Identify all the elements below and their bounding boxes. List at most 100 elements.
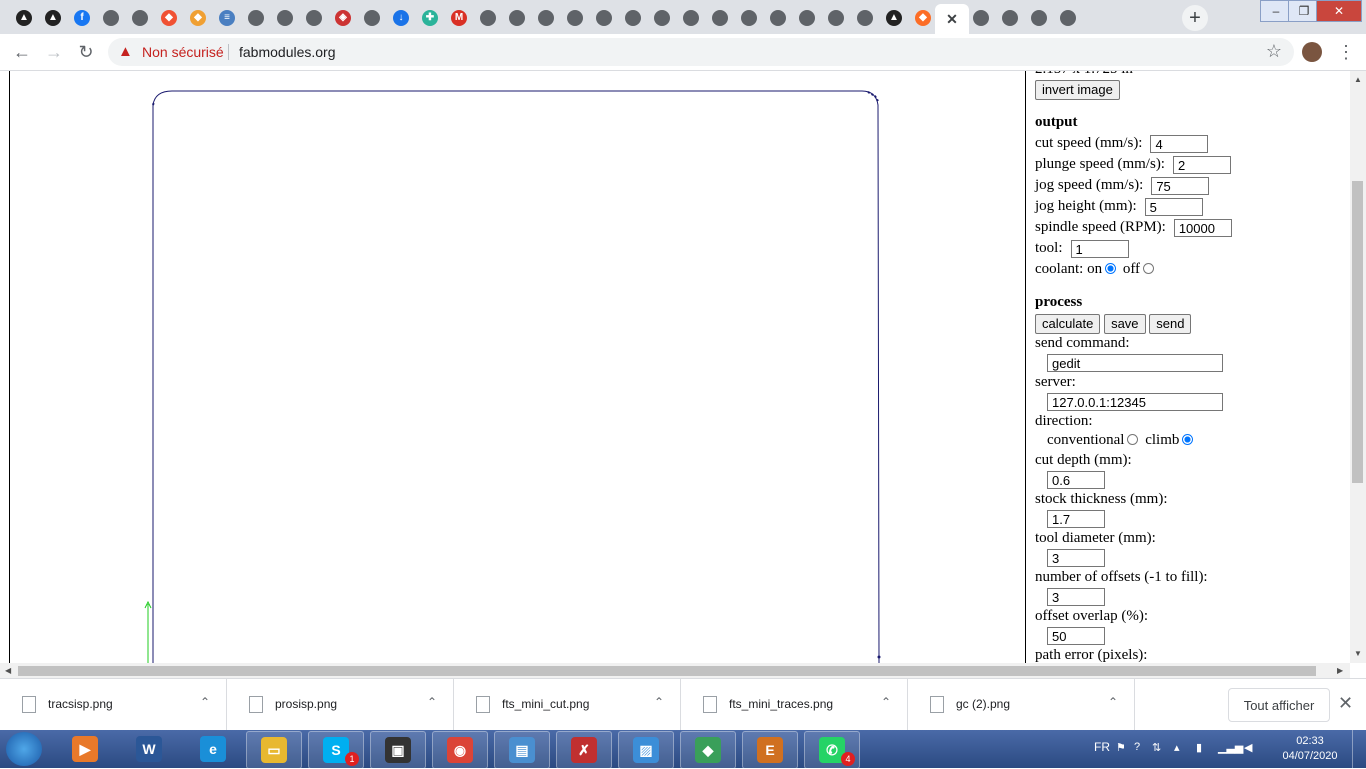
browser-tab[interactable]: ▲	[12, 6, 36, 30]
cut-depth-input[interactable]: 0.6	[1047, 470, 1105, 489]
tool-diameter-input[interactable]: 3	[1047, 548, 1105, 567]
browser-tab[interactable]	[360, 6, 384, 30]
scroll-left-arrow-icon[interactable]: ◀	[5, 666, 11, 675]
flag-icon[interactable]: ⚑	[1116, 741, 1130, 755]
browser-tab[interactable]	[679, 6, 703, 30]
browser-tab[interactable]: ◈	[331, 6, 355, 30]
chevron-up-icon[interactable]: ⌃	[654, 695, 664, 709]
scroll-up-arrow-icon[interactable]: ▲	[1354, 75, 1362, 84]
taskbar-app[interactable]: ✗	[556, 731, 612, 769]
coolant-on-radio[interactable]	[1105, 263, 1117, 275]
browser-tab[interactable]: ≡	[215, 6, 239, 30]
address-bar[interactable]: ▲ Non sécurisé fabmodules.org ☆	[108, 38, 1294, 66]
browser-tab[interactable]	[244, 6, 268, 30]
horizontal-scroll-thumb[interactable]	[18, 666, 1316, 676]
browser-tab[interactable]	[708, 6, 732, 30]
download-item[interactable]: fts_mini_traces.png ⌃	[681, 679, 908, 731]
horizontal-scrollbar[interactable]: ◀ ▶	[0, 663, 1350, 678]
stock-thickness-input[interactable]: 1.7	[1047, 509, 1105, 528]
taskbar-app[interactable]: S1	[308, 731, 364, 769]
browser-tab[interactable]	[476, 6, 500, 30]
language-indicator[interactable]: FR	[1094, 740, 1110, 754]
send-button[interactable]: send	[1149, 313, 1192, 334]
calculate-button[interactable]: calculate	[1035, 313, 1101, 334]
new-tab-button[interactable]: +	[1182, 5, 1208, 31]
browser-tab[interactable]	[969, 6, 993, 30]
server-input[interactable]: 127.0.0.1:12345	[1047, 392, 1223, 411]
browser-tab[interactable]: ◆	[157, 6, 181, 30]
taskbar-app[interactable]: ▤	[494, 731, 550, 769]
scroll-down-arrow-icon[interactable]: ▼	[1354, 649, 1362, 658]
browser-tab[interactable]: ▲	[41, 6, 65, 30]
chevron-up-icon[interactable]: ⌃	[881, 695, 891, 709]
toolpath-canvas[interactable]	[10, 71, 1026, 664]
browser-tab[interactable]	[853, 6, 877, 30]
network-icon[interactable]: ⇅	[1152, 741, 1166, 755]
bookmark-star-icon[interactable]: ☆	[1266, 41, 1282, 62]
cut-speed-input[interactable]: 4	[1150, 134, 1209, 153]
plunge-speed-input[interactable]: 2	[1172, 155, 1231, 174]
chevron-up-icon[interactable]: ⌃	[1108, 695, 1118, 709]
browser-tab[interactable]: f	[70, 6, 94, 30]
browser-tab[interactable]: ◆	[911, 6, 935, 30]
browser-tab[interactable]	[766, 6, 790, 30]
show-hidden-icons-icon[interactable]: ▴	[1174, 741, 1188, 755]
url-text[interactable]: fabmodules.org	[239, 44, 336, 60]
power-icon[interactable]: ▮	[1196, 741, 1210, 755]
show-all-downloads-button[interactable]: Tout afficher	[1228, 688, 1330, 722]
browser-tab[interactable]: ✚	[418, 6, 442, 30]
download-item[interactable]: gc (2).png ⌃	[908, 679, 1135, 731]
kebab-menu-icon[interactable]: ⋮	[1336, 40, 1356, 64]
close-downloads-icon[interactable]: ✕	[1338, 693, 1353, 714]
spindle-speed-input[interactable]: 10000	[1173, 218, 1232, 237]
volume-icon[interactable]: ◀	[1244, 741, 1258, 755]
forward-icon[interactable]: →	[42, 40, 66, 64]
conventional-radio[interactable]	[1127, 434, 1139, 446]
browser-tab[interactable]	[592, 6, 616, 30]
pinned-app[interactable]: W	[134, 734, 164, 764]
browser-tab[interactable]: ◆	[186, 6, 210, 30]
browser-tab[interactable]	[534, 6, 558, 30]
download-item[interactable]: fts_mini_cut.png ⌃	[454, 679, 681, 731]
taskbar-app[interactable]: E	[742, 731, 798, 769]
browser-tab[interactable]: ↓	[389, 6, 413, 30]
pinned-app[interactable]: ▶	[70, 734, 100, 764]
jog-speed-input[interactable]: 75	[1151, 176, 1210, 195]
browser-tab[interactable]: M	[447, 6, 471, 30]
invert-image-button[interactable]: invert image	[1035, 79, 1120, 100]
browser-tab[interactable]	[128, 6, 152, 30]
security-status[interactable]: Non sécurisé	[142, 44, 224, 60]
taskbar-app[interactable]: ✆ 4	[804, 731, 860, 769]
browser-tab[interactable]	[302, 6, 326, 30]
browser-tab[interactable]: ▲	[882, 6, 906, 30]
browser-tab[interactable]	[563, 6, 587, 30]
offsets-input[interactable]: 3	[1047, 587, 1105, 606]
back-icon[interactable]: ←	[10, 40, 34, 64]
taskbar-app[interactable]: ◆	[680, 731, 736, 769]
close-window-button[interactable]: ✕	[1316, 0, 1362, 22]
browser-tab[interactable]	[737, 6, 761, 30]
taskbar-app[interactable]: ▨	[618, 731, 674, 769]
browser-tab[interactable]	[621, 6, 645, 30]
clock[interactable]: 02:33 04/07/2020	[1280, 734, 1340, 764]
browser-tab[interactable]	[505, 6, 529, 30]
pinned-app[interactable]: e	[198, 734, 228, 764]
taskbar-app[interactable]: ◉	[432, 731, 488, 769]
browser-tab[interactable]	[273, 6, 297, 30]
tool-input[interactable]: 1	[1070, 239, 1129, 258]
start-button[interactable]	[6, 732, 42, 766]
browser-tab[interactable]	[998, 6, 1022, 30]
browser-tab[interactable]	[824, 6, 848, 30]
jog-height-input[interactable]: 5	[1144, 197, 1203, 216]
browser-tab[interactable]	[99, 6, 123, 30]
download-item[interactable]: tracsisp.png ⌃	[0, 679, 227, 731]
send-command-input[interactable]: gedit	[1047, 353, 1223, 372]
warning-icon[interactable]: ▲	[118, 43, 136, 61]
save-button[interactable]: save	[1104, 313, 1146, 334]
download-item[interactable]: prosisp.png ⌃	[227, 679, 454, 731]
profile-avatar[interactable]	[1302, 42, 1322, 62]
browser-tab[interactable]	[1027, 6, 1051, 30]
browser-tab[interactable]	[1056, 6, 1080, 30]
coolant-off-radio[interactable]	[1143, 263, 1155, 275]
show-desktop-button[interactable]	[1352, 730, 1366, 768]
